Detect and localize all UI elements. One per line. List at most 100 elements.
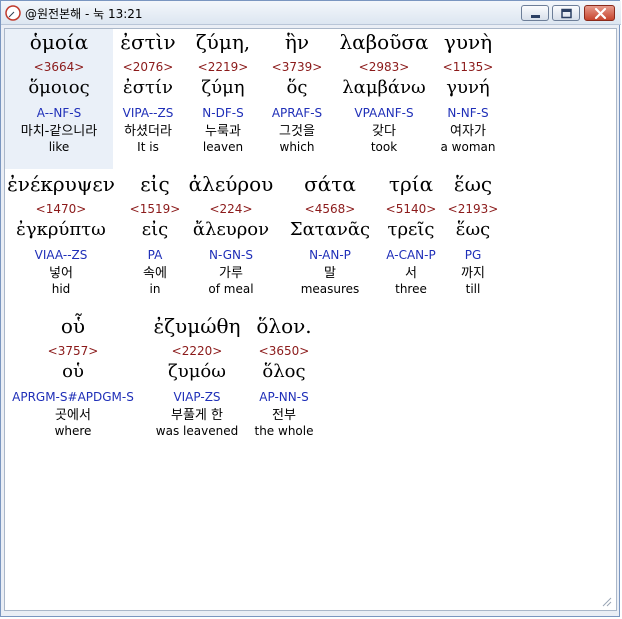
strong-number: <1135>: [442, 60, 494, 74]
english-gloss: was leavened: [155, 424, 239, 438]
morphology-code: VIAP-ZS: [173, 390, 221, 404]
morphology-code: N-NF-S: [447, 106, 489, 120]
morphology-code: AP-NN-S: [259, 390, 309, 404]
morphology-code: N-GN-S: [209, 248, 253, 262]
korean-gloss: 그것을: [279, 124, 315, 139]
lemma: γυνή: [446, 77, 490, 98]
lemma: εἰς: [141, 219, 169, 240]
lemma: ἕως: [455, 219, 491, 240]
korean-gloss: 하셨더라: [124, 124, 172, 139]
word-block[interactable]: λαβοῦσα <2983> λαμβάνω VPAANF-S 갖다 took: [335, 29, 433, 155]
korean-gloss: 곳에서: [55, 408, 91, 423]
english-gloss: of meal: [208, 282, 254, 296]
word-block[interactable]: ζύμη, <2219> ζύμη N-DF-S 누룩과 leaven: [185, 29, 261, 155]
greek-word: ζύμη,: [195, 30, 251, 54]
english-gloss: measures: [300, 282, 360, 296]
word-block[interactable]: ἣν <3739> ὅς APRAF-S 그것을 which: [261, 29, 333, 155]
english-gloss: like: [48, 140, 70, 154]
korean-gloss: 갖다: [372, 124, 396, 139]
strong-number: <3650>: [258, 344, 310, 358]
strong-number: <5140>: [385, 202, 437, 216]
strong-number: <2220>: [171, 344, 223, 358]
maximize-button[interactable]: [552, 5, 580, 21]
word-block[interactable]: ὁμοία <3664> ὅμοιος A--NF-S 마치-같으니라 like: [5, 29, 113, 169]
strong-number: <2983>: [358, 60, 410, 74]
word-block[interactable]: ἐστὶν <2076> ἐστίν VIPA--ZS 하셨더라 It is: [113, 29, 183, 155]
greek-word: ἐστὶν: [120, 30, 176, 54]
lemma: λαμβάνω: [342, 77, 426, 98]
english-gloss: It is: [137, 140, 159, 154]
korean-gloss: 넣어: [49, 266, 73, 281]
window-title: @원전본해 - 눅 13:21: [25, 7, 143, 21]
morphology-code: APRGM-S#APDGM-S: [12, 390, 134, 404]
morphology-code: N-AN-P: [309, 248, 351, 262]
lemma: οὑ: [62, 361, 84, 382]
minimize-button[interactable]: [521, 5, 549, 21]
english-gloss: where: [54, 424, 92, 438]
lemma: ἐστίν: [123, 77, 173, 98]
strong-number: <1519>: [129, 202, 181, 216]
morphology-code: A-CAN-P: [386, 248, 436, 262]
korean-gloss: 부풀게 한: [171, 408, 223, 423]
word-block[interactable]: γυνὴ <1135> γυνή N-NF-S 여자가 a woman: [435, 29, 501, 155]
english-gloss: the whole: [254, 424, 314, 438]
english-gloss: in: [149, 282, 161, 296]
interlinear-panel[interactable]: ὁμοία <3664> ὅμοιος A--NF-S 마치-같으니라 like…: [4, 28, 617, 611]
strong-number: <4568>: [304, 202, 356, 216]
strong-number: <224>: [209, 202, 253, 216]
app-window: @원전본해 - 눅 13:21 ὁμοία <3664> ὅμοιος A--N…: [0, 0, 621, 617]
morphology-code: APRAF-S: [271, 106, 323, 120]
morphology-code: N-DF-S: [202, 106, 244, 120]
word-block[interactable]: ἕως <2193> ἕως PG 까지 till: [445, 171, 501, 297]
word-block[interactable]: εἰς <1519> εἰς PA 속에 in: [123, 171, 187, 297]
word-block[interactable]: ἀλεύρου <224> ἄλευρον N-GN-S 가루 of meal: [187, 171, 275, 297]
english-gloss: leaven: [202, 140, 244, 154]
close-button[interactable]: [584, 5, 615, 21]
word-block[interactable]: ἐζυμώθη <2220> ζυμόω VIAP-ZS 부풀게 한 was l…: [149, 313, 245, 439]
maximize-icon: [561, 8, 572, 19]
lemma: ἄλευρον: [192, 219, 270, 240]
strong-number: <3739>: [271, 60, 323, 74]
korean-gloss: 가루: [219, 266, 243, 281]
app-compass-icon[interactable]: [5, 5, 21, 21]
word-block[interactable]: οὗ <3757> οὑ APRGM-S#APDGM-S 곳에서 where: [5, 313, 141, 439]
lemma: ὅς: [286, 77, 308, 98]
lemma: τρεῖς: [387, 219, 435, 240]
word-block[interactable]: ὅλον. <3650> ὅλος AP-NN-S 전부 the whole: [249, 313, 319, 439]
korean-gloss: 전부: [272, 408, 296, 423]
lemma: ὅμοιος: [28, 77, 90, 98]
word-block[interactable]: ἐνέκρυψεν <1470> ἐγκρύπτω VIAA--ZS 넣어 hi…: [5, 171, 117, 297]
english-gloss: which: [279, 140, 315, 154]
morphology-code: VPAANF-S: [354, 106, 414, 120]
korean-gloss: 말: [324, 266, 336, 281]
close-icon: [594, 7, 607, 20]
morphology-code: VIPA--ZS: [122, 106, 174, 120]
word-block[interactable]: σάτα <4568> Σατανᾶς N-AN-P 말 measures: [285, 171, 375, 297]
resize-grip-icon[interactable]: [602, 597, 612, 607]
title-bar[interactable]: @원전본해 - 눅 13:21: [1, 1, 621, 25]
greek-word: εἰς: [140, 172, 170, 196]
greek-word: ἣν: [284, 30, 310, 54]
lemma: Σατανᾶς: [289, 219, 371, 240]
morphology-code: PG: [464, 248, 482, 262]
greek-word: οὗ: [60, 314, 86, 338]
greek-word: γυνὴ: [443, 30, 493, 54]
english-gloss: till: [465, 282, 481, 296]
korean-gloss: 까지: [461, 266, 485, 281]
strong-number: <3664>: [33, 60, 85, 74]
morphology-code: A--NF-S: [36, 106, 82, 120]
english-gloss: hid: [51, 282, 71, 296]
greek-word: ἐζυμώθη: [153, 314, 241, 338]
word-block[interactable]: τρία <5140> τρεῖς A-CAN-P 서 three: [379, 171, 443, 297]
strong-number: <3757>: [47, 344, 99, 358]
greek-word: σάτα: [304, 172, 356, 196]
greek-word: ἐνέκρυψεν: [7, 172, 115, 196]
strong-number: <2193>: [447, 202, 499, 216]
strong-number: <2219>: [197, 60, 249, 74]
strong-number: <2076>: [122, 60, 174, 74]
korean-gloss: 속에: [143, 266, 167, 281]
english-gloss: three: [395, 282, 427, 296]
english-gloss: a woman: [440, 140, 496, 154]
greek-word: ὁμοία: [29, 30, 89, 54]
lemma: ζυμόω: [168, 361, 226, 382]
